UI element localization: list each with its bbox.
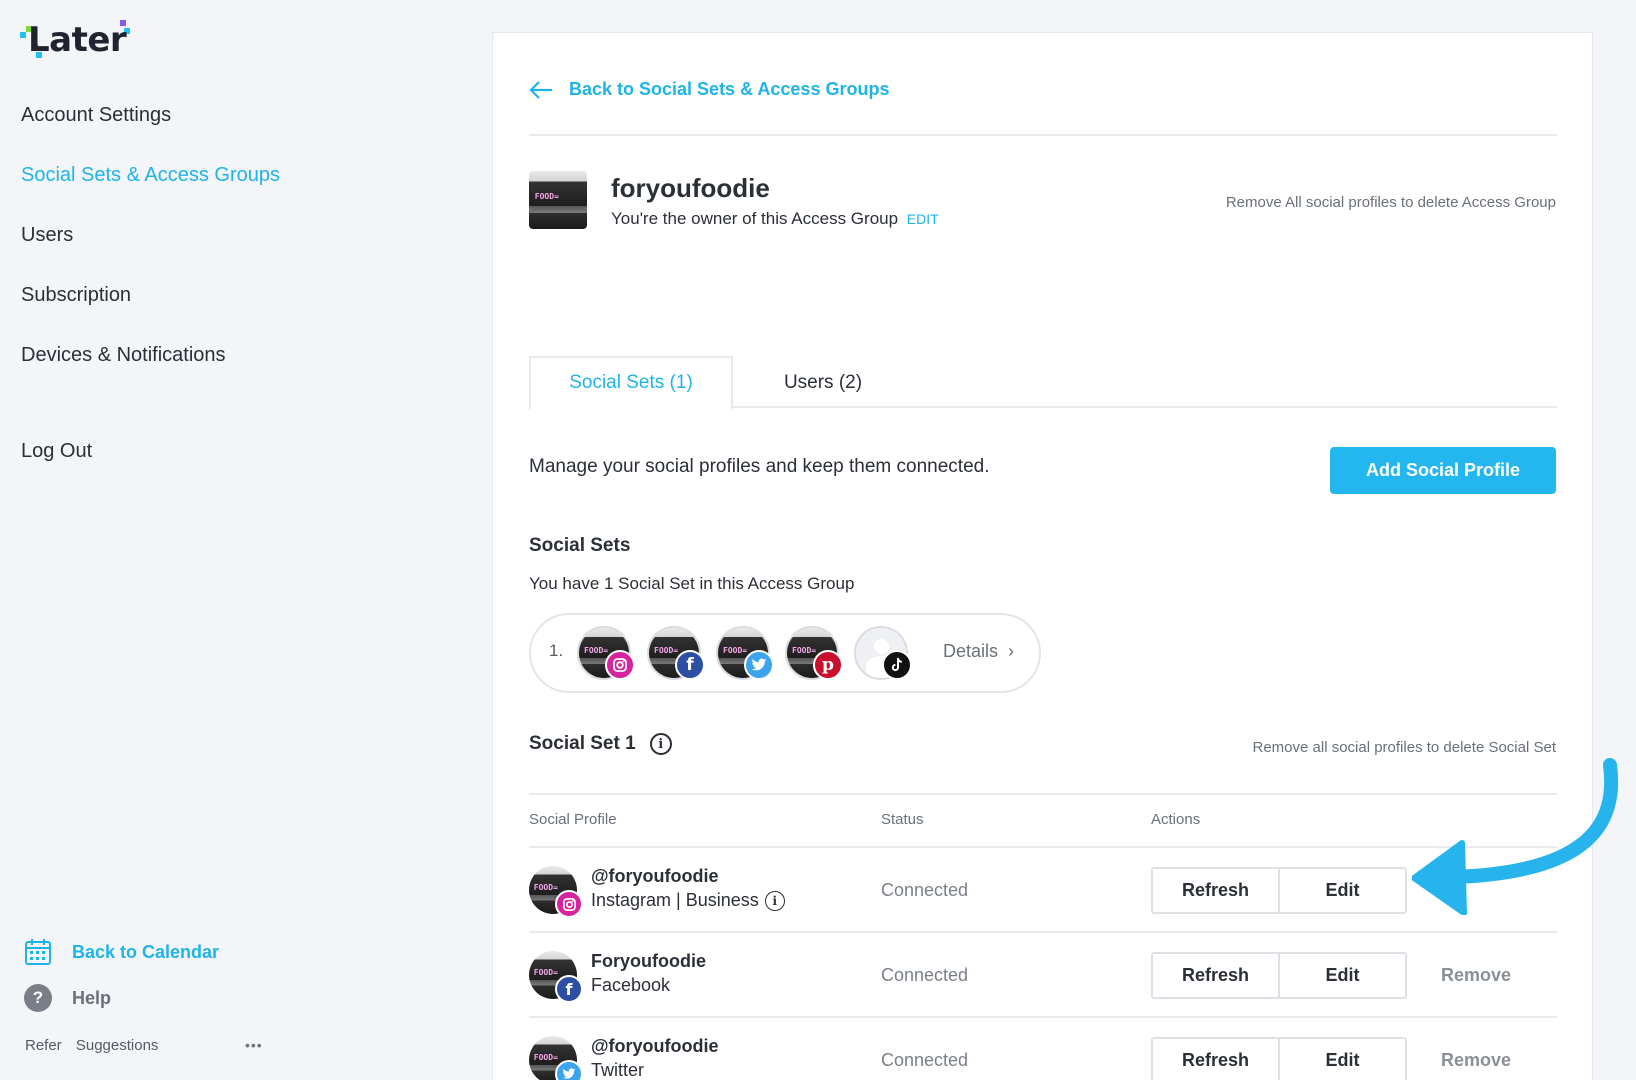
status-text: Connected <box>881 1050 969 1070</box>
edit-button[interactable]: Edit <box>1278 1039 1405 1080</box>
later-logo[interactable]: Later <box>20 18 140 64</box>
tab-users[interactable]: Users (2) <box>733 356 913 410</box>
social-sets-count-text: You have 1 Social Set in this Access Gro… <box>529 574 855 593</box>
edit-button[interactable]: Edit <box>1278 869 1405 912</box>
table-row: FOOD= f Foryoufoodie Facebook Connected … <box>529 933 1557 1018</box>
action-button-group: Refresh Edit <box>1151 952 1407 999</box>
back-to-calendar-label: Back to Calendar <box>72 941 220 962</box>
table-header: Social Profile Status Actions <box>529 793 1557 848</box>
action-button-group: Refresh Edit <box>1151 867 1407 914</box>
manage-description: Manage your social profiles and keep the… <box>529 456 990 477</box>
group-avatar: FOOD= <box>529 171 587 229</box>
help-link[interactable]: ? Help <box>24 984 111 1012</box>
action-button-group: Refresh Edit <box>1151 1037 1407 1080</box>
arrow-left-icon <box>529 80 552 99</box>
status-text: Connected <box>881 880 969 900</box>
owner-line: You're the owner of this Access Group ED… <box>611 209 939 229</box>
profile-name: @foryoufoodie <box>591 866 719 886</box>
social-set-1-heading: Social Set 1 i <box>529 733 672 755</box>
remove-button[interactable]: Remove <box>1441 965 1511 986</box>
facebook-icon: f <box>555 975 583 1003</box>
info-icon[interactable]: i <box>764 890 785 911</box>
avatar-neon-sign: FOOD= <box>723 646 748 655</box>
pinterest-icon: p <box>813 650 843 680</box>
avatar-neon-sign: FOOD= <box>654 646 679 655</box>
chevron-right-icon: › <box>1008 641 1015 661</box>
tiktok-icon <box>882 650 912 680</box>
more-options-icon[interactable]: ••• <box>245 1037 263 1053</box>
column-social-profile: Social Profile <box>529 811 617 828</box>
sidebar: Later Account Settings Social Sets & Acc… <box>0 0 492 1080</box>
nav-account-settings[interactable]: Account Settings <box>21 104 171 127</box>
table-row: FOOD= @foryoufoodie Twitter Connected Re… <box>529 1018 1557 1080</box>
details-link[interactable]: Details › <box>943 641 1014 662</box>
profile-type-label: Instagram | Business <box>591 890 759 910</box>
column-actions: Actions <box>1151 811 1201 828</box>
set-number: 1. <box>549 641 564 660</box>
profile-type-label: Twitter <box>591 1060 645 1080</box>
refresh-button[interactable]: Refresh <box>1153 954 1278 997</box>
header-divider <box>529 134 1557 136</box>
nav-subscription[interactable]: Subscription <box>21 284 131 307</box>
nav-social-sets-access-groups[interactable]: Social Sets & Access Groups <box>21 164 280 187</box>
profile-name: Foryoufoodie <box>591 951 706 971</box>
back-link-label: Back to Social Sets & Access Groups <box>569 79 890 99</box>
back-to-calendar-link[interactable]: Back to Calendar <box>24 938 219 966</box>
remove-group-hint: Remove All social profiles to delete Acc… <box>1225 194 1556 211</box>
profile-type: Twitter <box>591 1060 644 1080</box>
add-social-profile-button[interactable]: Add Social Profile <box>1330 447 1556 494</box>
avatar-neon-sign: FOOD= <box>533 968 558 978</box>
nav-users[interactable]: Users <box>21 224 73 247</box>
avatar-neon-sign: FOOD= <box>584 646 609 655</box>
main-panel: Back to Social Sets & Access Groups FOOD… <box>492 32 1593 1080</box>
avatar-neon-sign: FOOD= <box>792 646 817 655</box>
help-icon: ? <box>24 984 52 1012</box>
remove-set-hint: Remove all social profiles to delete Soc… <box>1252 739 1557 756</box>
avatar-neon-sign: FOOD= <box>533 883 558 893</box>
logo-text: Later <box>28 20 127 60</box>
refresh-button[interactable]: Refresh <box>1153 869 1278 912</box>
instagram-icon <box>555 890 583 918</box>
social-set-pill[interactable]: 1. FOOD= FOOD= f FOOD= FOOD= p Details › <box>529 613 1041 693</box>
tab-bar: Social Sets (1) Users (2) <box>529 356 1557 410</box>
refer-link[interactable]: Refer <box>25 1037 62 1054</box>
calendar-icon <box>25 939 51 965</box>
remove-button[interactable]: Remove <box>1441 1050 1511 1071</box>
back-to-social-sets-link[interactable]: Back to Social Sets & Access Groups <box>529 79 889 100</box>
help-label: Help <box>72 987 112 1008</box>
status-text: Connected <box>881 965 969 985</box>
avatar-neon-sign: FOOD= <box>534 191 559 201</box>
details-label: Details <box>943 641 999 661</box>
refer-suggestions-row: Refer Suggestions <box>25 1037 168 1054</box>
refresh-button[interactable]: Refresh <box>1153 1039 1278 1080</box>
social-set-1-title: Social Set 1 <box>529 733 636 754</box>
info-icon[interactable]: i <box>649 733 672 755</box>
profile-name: @foryoufoodie <box>591 1036 719 1056</box>
table-row: FOOD= @foryoufoodie Instagram | Business… <box>529 848 1557 933</box>
social-sets-heading: Social Sets <box>529 535 631 556</box>
access-group-name: foryoufoodie <box>611 173 770 203</box>
tab-social-sets[interactable]: Social Sets (1) <box>529 356 733 410</box>
owner-text: You're the owner of this Access Group <box>611 209 899 228</box>
suggestions-link[interactable]: Suggestions <box>76 1037 159 1054</box>
profile-type: Facebook <box>591 975 670 996</box>
twitter-icon <box>555 1060 583 1080</box>
edit-button[interactable]: Edit <box>1278 954 1405 997</box>
nav-log-out[interactable]: Log Out <box>21 440 92 463</box>
profile-type-label: Facebook <box>591 975 671 995</box>
facebook-icon: f <box>675 650 705 680</box>
twitter-icon <box>744 650 774 680</box>
profile-type: Instagram | Business i <box>591 890 785 911</box>
column-status: Status <box>881 811 924 828</box>
edit-group-link[interactable]: EDIT <box>907 211 939 227</box>
avatar-neon-sign: FOOD= <box>533 1053 558 1063</box>
nav-devices-notifications[interactable]: Devices & Notifications <box>21 344 226 367</box>
instagram-icon <box>605 650 635 680</box>
